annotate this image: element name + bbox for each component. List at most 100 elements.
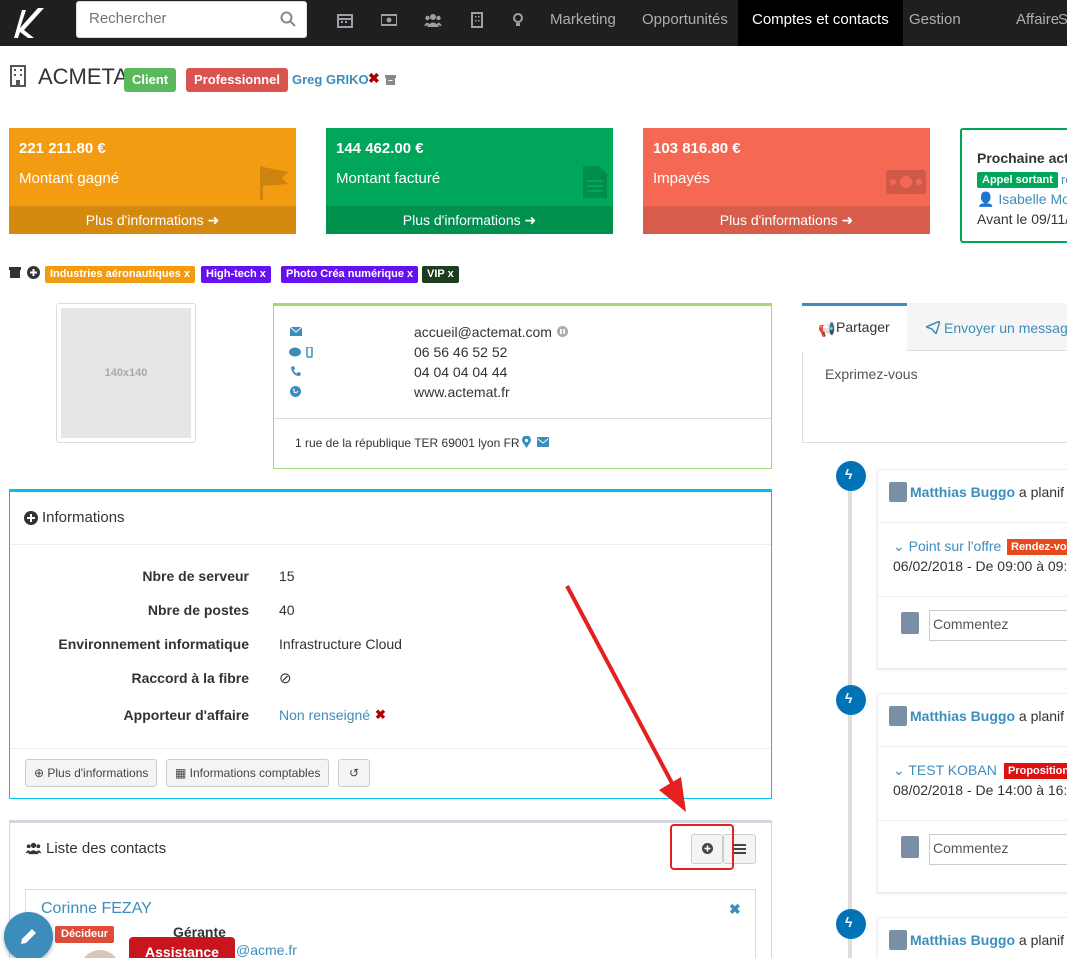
page-title: ACMETA (38, 64, 129, 89)
next-action-box: Prochaine act Appel sortant re 👤 Isabell… (960, 128, 1067, 243)
commenter-avatar (901, 836, 919, 858)
feed-event-title[interactable]: ⌄ TEST KOBAN (893, 762, 997, 779)
remove-icon[interactable]: ✖ (375, 707, 386, 723)
info-label: Environnement informatique (58, 636, 249, 652)
info-value: Infrastructure Cloud (279, 636, 402, 652)
flag-icon (260, 166, 288, 200)
remove-contact-icon[interactable]: ✖ (729, 901, 741, 918)
contact-mobile[interactable]: 06 56 46 52 52 (414, 344, 507, 360)
kpi-label: Montant gagné (19, 170, 120, 187)
timeline-bolt-icon: ϟ (836, 909, 866, 939)
kpi-more-button[interactable]: Plus d'informations ➜ (326, 206, 613, 234)
kpi-montant-facture: 144 462.00 € Montant facturé Plus d'info… (326, 128, 613, 234)
tag-vip[interactable]: VIP x (422, 266, 459, 283)
archive-icon[interactable] (385, 75, 396, 85)
edit-fab[interactable] (4, 912, 53, 958)
contact-email-partial[interactable]: @acme.fr (236, 942, 297, 958)
feed-event-date: 06/02/2018 - De 09:00 à 09: (893, 558, 1067, 574)
share-input[interactable]: Exprimez-vous (825, 366, 918, 382)
nav-opportunites[interactable]: Opportunités (628, 0, 742, 46)
more-info-button[interactable]: ⊕ Plus d'informations (25, 759, 158, 787)
nav-more[interactable]: S (1044, 0, 1067, 46)
info-value-link[interactable]: Non renseigné (279, 707, 370, 723)
users-icon[interactable] (424, 12, 442, 28)
megaphone-icon: 📢 (818, 321, 836, 337)
building-icon (10, 65, 26, 87)
envelope-icon (290, 327, 302, 336)
envelope-icon[interactable] (537, 437, 549, 447)
tab-send-message-label[interactable]: Envoyer un messag (944, 320, 1067, 336)
kpi-amount: 144 462.00 € (336, 140, 424, 157)
accounting-info-button[interactable]: ▦ Informations comptables (166, 759, 330, 787)
tag-photo-crea[interactable]: Photo Créa numérique x (281, 266, 419, 283)
building-icon[interactable] (469, 12, 485, 28)
map-marker-icon[interactable] (522, 436, 531, 448)
history-icon[interactable]: ↺ (338, 759, 370, 787)
contact-email[interactable]: accueil@actemat.com (414, 324, 552, 340)
comment-input[interactable]: Commentez (929, 834, 1067, 865)
owner-link[interactable]: Greg GRIKO (292, 72, 369, 87)
feed-event-title[interactable]: ⌄ Point sur l'offre (893, 538, 1001, 555)
kpi-montant-gagne: 221 211.80 € Montant gagné Plus d'inform… (9, 128, 296, 234)
status-badge: Client (124, 68, 177, 92)
informations-title: Informations (42, 509, 125, 526)
comment-input[interactable]: Commentez (929, 610, 1067, 641)
type-badge: Professionnel (186, 68, 288, 92)
search-box (76, 1, 307, 38)
tab-share-label[interactable]: Partager (836, 319, 890, 335)
action-type-badge: Appel sortant (977, 172, 1058, 188)
money-icon[interactable] (381, 12, 397, 28)
avatar[interactable]: 140x140 (56, 303, 196, 443)
kpi-more-button[interactable]: Plus d'informations ➜ (643, 206, 930, 234)
document-icon (583, 166, 607, 198)
contact-phone[interactable]: 04 04 04 04 44 (414, 364, 507, 380)
author-avatar (889, 930, 907, 950)
author-avatar (889, 706, 907, 726)
kpi-amount: 103 816.80 € (653, 140, 741, 157)
chat-mobile-icon (289, 347, 313, 358)
list-icon (733, 844, 746, 854)
commenter-avatar (901, 612, 919, 634)
paper-plane-icon (926, 321, 940, 334)
contact-address: 1 rue de la république TER 69001 lyon FR (295, 436, 520, 450)
action-suffix: re (1061, 172, 1067, 187)
pause-icon[interactable] (557, 326, 568, 337)
info-value: 40 (279, 602, 295, 618)
tag-high-tech[interactable]: High-tech x (201, 266, 271, 283)
no-fiber-icon: ⊘ (279, 670, 292, 687)
feed-header: Matthias Buggo a planif (910, 708, 1065, 724)
nav-marketing[interactable]: Marketing (536, 0, 630, 46)
add-tag-icon[interactable] (27, 266, 40, 279)
action-person[interactable]: 👤 Isabelle Mou (977, 191, 1067, 208)
event-type-badge: Proposition (1004, 763, 1067, 779)
kpi-amount: 221 211.80 € (19, 140, 106, 157)
feed-event-date: 08/02/2018 - De 14:00 à 16: (893, 782, 1067, 798)
nav-gestion[interactable]: Gestion (895, 0, 975, 46)
archive-icon[interactable] (9, 267, 21, 278)
info-label: Nbre de serveur (142, 568, 249, 584)
info-value: 15 (279, 568, 295, 584)
contact-website[interactable]: www.actemat.fr (414, 384, 510, 400)
kpi-label: Impayés (653, 170, 710, 187)
search-icon[interactable] (280, 11, 296, 27)
assistance-button[interactable]: Assistance (129, 937, 235, 958)
next-action-title: Prochaine act (977, 150, 1067, 166)
feed-header: Matthias Buggo a planif (910, 932, 1065, 948)
plus-circle-icon[interactable] (24, 511, 38, 525)
lightbulb-icon[interactable] (510, 12, 526, 28)
info-labels: Nbre de serveur Nbre de postes Environne… (9, 568, 249, 728)
tag-aeronautique[interactable]: Industries aéronautiques x (45, 266, 195, 283)
avatar-placeholder: 140x140 (61, 308, 191, 438)
app-logo[interactable] (8, 4, 48, 40)
info-label: Apporteur d'affaire (123, 707, 249, 723)
feed-header: Matthias Buggo a planif (910, 484, 1065, 500)
kpi-more-button[interactable]: Plus d'informations ➜ (9, 206, 296, 234)
pencil-icon (21, 929, 36, 944)
contact-name[interactable]: Corinne FEZAY (41, 900, 152, 918)
search-input[interactable] (77, 2, 267, 35)
kpi-label: Montant facturé (336, 170, 441, 187)
nav-comptes-contacts[interactable]: Comptes et contacts (738, 0, 903, 46)
calendar-icon[interactable] (337, 12, 353, 28)
remove-owner-icon[interactable]: ✖ (368, 70, 380, 87)
phone-icon (291, 366, 301, 376)
